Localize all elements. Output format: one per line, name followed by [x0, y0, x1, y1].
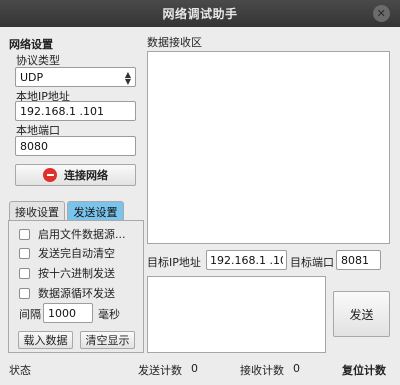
target-port-input[interactable] — [336, 250, 381, 270]
checkbox[interactable] — [19, 267, 30, 279]
reset-count-button[interactable]: 复位计数 — [342, 362, 386, 378]
send-count-value: 0 — [191, 362, 198, 375]
send-count-label: 发送计数 — [138, 364, 182, 377]
select-arrows-icon: ▲ ▼ — [124, 70, 131, 86]
target-ip-input[interactable] — [206, 250, 287, 270]
recv-count-label: 接收计数 — [240, 364, 284, 377]
title-bar: 网络调试助手 ✕ — [0, 0, 400, 27]
status-label: 状态 — [9, 364, 31, 377]
local-port-input[interactable] — [15, 136, 136, 156]
protocol-value: UDP — [20, 70, 44, 84]
protocol-select[interactable]: UDP ▲ ▼ — [15, 67, 136, 87]
interval-label: 间隔 — [19, 308, 41, 321]
option-file-source[interactable]: 启用文件数据源... — [19, 226, 126, 242]
receive-area-title: 数据接收区 — [147, 36, 202, 49]
target-port-label: 目标端口 — [290, 256, 334, 269]
protocol-label: 协议类型 — [16, 54, 60, 67]
send-text-area[interactable] — [147, 276, 326, 353]
option-auto-clear[interactable]: 发送完自动清空 — [19, 245, 115, 261]
app-window: 网络调试助手 ✕ 网络设置 协议类型 UDP ▲▼ 本地IP地址 本地端口 连接… — [0, 0, 400, 385]
send-button[interactable]: 发送 — [333, 291, 390, 337]
option-hex-send[interactable]: 按十六进制发送 — [19, 265, 115, 281]
recv-count-value: 0 — [293, 362, 300, 375]
interval-unit: 毫秒 — [98, 308, 120, 321]
checkbox[interactable] — [19, 287, 30, 299]
interval-input[interactable] — [43, 303, 93, 323]
connect-button[interactable]: 连接网络 — [15, 164, 136, 186]
stop-icon — [43, 168, 57, 182]
network-settings-title: 网络设置 — [9, 38, 53, 51]
tab-label: 发送设置 — [73, 205, 118, 219]
checkbox[interactable] — [19, 247, 30, 259]
checkbox[interactable] — [19, 228, 30, 240]
tab-label: 接收设置 — [15, 205, 59, 219]
option-loop-send[interactable]: 数据源循环发送 — [19, 285, 115, 301]
window-title: 网络调试助手 — [162, 7, 238, 21]
tab-receive-settings[interactable]: 接收设置 — [9, 201, 65, 221]
tab-send-settings[interactable]: 发送设置 — [67, 201, 124, 221]
target-ip-label: 目标IP地址 — [147, 256, 201, 269]
clear-display-button[interactable]: 清空显示 — [80, 331, 135, 349]
load-data-button[interactable]: 载入数据 — [18, 331, 73, 349]
close-button[interactable]: ✕ — [373, 5, 390, 22]
close-icon: ✕ — [376, 7, 387, 20]
connect-label: 连接网络 — [64, 169, 108, 182]
local-ip-input[interactable] — [15, 101, 136, 121]
receive-text-area[interactable] — [147, 51, 390, 244]
